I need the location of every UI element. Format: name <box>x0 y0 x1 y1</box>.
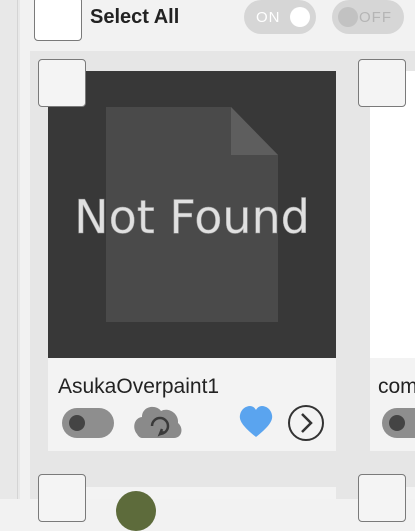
item-select-checkbox[interactable] <box>358 474 406 522</box>
off-label: OFF <box>359 9 392 26</box>
select-toolbar: Select All ON OFF <box>20 0 415 44</box>
item-toggle-knob <box>389 415 405 431</box>
select-all-label: Select All <box>90 6 180 28</box>
item-toggle-knob <box>69 415 85 431</box>
item-thumbnail[interactable]: Not Found <box>48 71 336 358</box>
rail-divider <box>17 0 18 499</box>
item-thumbnail-peek <box>116 491 156 531</box>
item-toggle[interactable] <box>62 408 114 438</box>
left-rail <box>0 0 20 499</box>
off-toggle-knob <box>338 7 358 27</box>
on-toggle-knob <box>290 7 310 27</box>
item-thumbnail[interactable] <box>370 71 415 358</box>
chevron-right-icon[interactable] <box>287 404 325 447</box>
item-title: AsukaOverpaint1 <box>58 375 220 398</box>
on-label: ON <box>256 9 281 26</box>
item-toggle[interactable] <box>382 408 415 438</box>
select-all-checkbox[interactable] <box>34 0 82 41</box>
item-select-checkbox[interactable] <box>358 59 406 107</box>
cloud-sync-icon[interactable] <box>130 402 186 447</box>
item-title: com <box>378 375 415 398</box>
on-toggle-button[interactable]: ON <box>244 0 316 34</box>
off-toggle-button[interactable]: OFF <box>332 0 404 34</box>
document-placeholder-icon: Not Found <box>74 107 310 322</box>
item-select-checkbox[interactable] <box>38 59 86 107</box>
heart-icon[interactable] <box>238 405 274 444</box>
not-found-text: Not Found <box>74 190 310 244</box>
item-select-checkbox[interactable] <box>38 474 86 522</box>
